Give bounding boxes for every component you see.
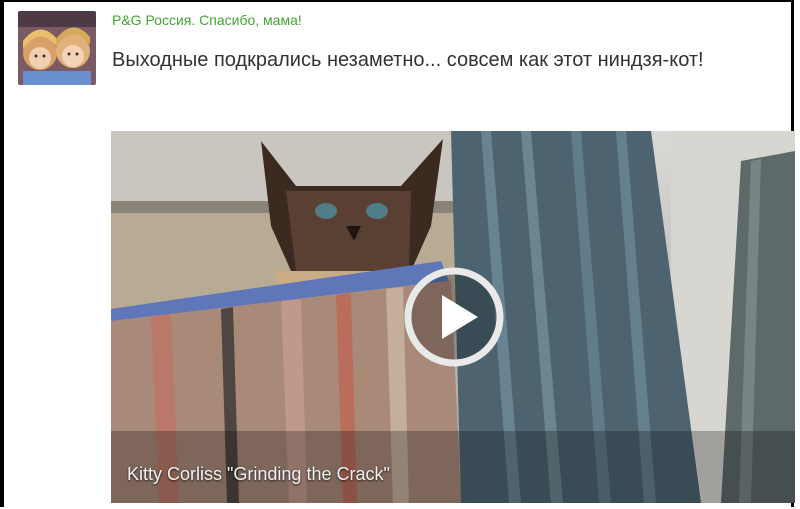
post-text: Выходные подкрались незаметно... совсем … — [112, 49, 704, 71]
video-player[interactable]: Kitty Corliss "Grinding the Crack" — [111, 131, 795, 503]
author-link[interactable]: P&G Россия. Спасибо, мама! — [112, 12, 302, 28]
play-button[interactable] — [402, 265, 506, 369]
avatar-image — [18, 11, 96, 85]
video-caption: Kitty Corliss "Grinding the Crack" — [127, 464, 390, 484]
play-icon — [404, 267, 504, 367]
author-avatar[interactable] — [18, 11, 96, 85]
